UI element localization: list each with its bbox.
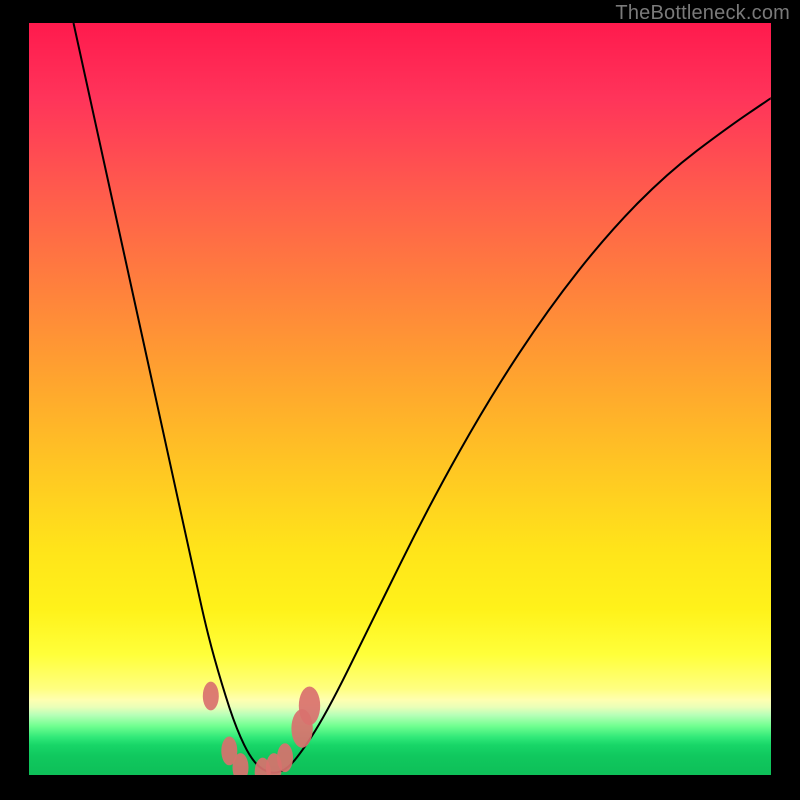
chart-area	[29, 23, 771, 775]
curve-marker	[203, 682, 219, 711]
bottleneck-curve	[29, 23, 771, 775]
curve-line	[74, 23, 772, 773]
curve-marker	[299, 687, 320, 726]
curve-marker	[277, 743, 293, 772]
curve-markers	[203, 682, 320, 775]
watermark-text: TheBottleneck.com	[615, 2, 790, 25]
